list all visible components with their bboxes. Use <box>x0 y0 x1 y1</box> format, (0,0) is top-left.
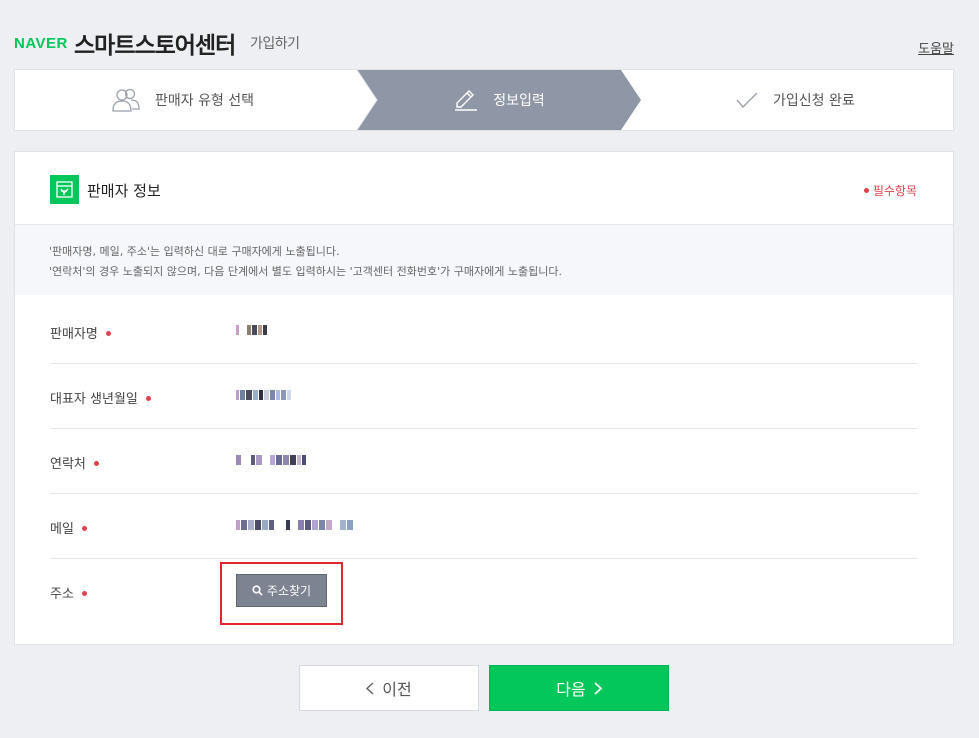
field-row-phone: 연락처 <box>50 429 918 494</box>
help-link[interactable]: 도움말 <box>918 38 954 57</box>
search-icon <box>252 585 263 596</box>
chevron-left-icon <box>366 681 374 695</box>
store-icon <box>50 175 79 204</box>
find-address-button[interactable]: 주소찾기 <box>236 574 327 607</box>
naver-logo: NAVER <box>14 35 68 52</box>
prev-label: 이전 <box>382 680 412 699</box>
step-complete: 가입신청 완료 <box>735 70 855 130</box>
required-dot <box>105 331 111 336</box>
step-label: 판매자 유형 선택 <box>155 93 255 109</box>
phone-value <box>236 453 307 467</box>
step-info-input: 정보입력 <box>357 70 641 130</box>
address-button-highlight: 주소찾기 <box>220 562 343 625</box>
check-icon <box>735 90 759 110</box>
page-title: 스마트스토어센터 <box>74 33 236 59</box>
notice-box: '판매자명, 메일, 주소'는 입력하신 대로 구매자에게 노출됩니다. '연락… <box>15 225 953 295</box>
field-row-birthdate: 대표자 생년월일 <box>50 364 918 429</box>
notice-line: '연락처'의 경우 노출되지 않으며, 다음 단계에서 별도 입력하시는 '고객… <box>49 265 562 278</box>
required-dot <box>81 526 87 531</box>
field-label: 판매자명 <box>50 323 111 342</box>
prev-button[interactable]: 이전 <box>299 665 479 711</box>
required-legend: 필수항목 <box>864 182 917 199</box>
signup-stepper: 판매자 유형 선택 정보입력 가입신청 완료 <box>14 69 954 131</box>
step-label: 가입신청 완료 <box>773 93 855 109</box>
chevron-right-icon <box>594 681 602 695</box>
next-button[interactable]: 다음 <box>489 665 669 711</box>
next-label: 다음 <box>556 680 586 699</box>
page-subtitle: 가입하기 <box>250 36 300 52</box>
email-value <box>236 518 354 532</box>
field-label: 연락처 <box>50 453 99 472</box>
field-label: 메일 <box>50 518 87 537</box>
notice-line: '판매자명, 메일, 주소'는 입력하신 대로 구매자에게 노출됩니다. <box>49 245 340 258</box>
panel-header: 판매자 정보 필수항목 <box>15 152 953 225</box>
step-label: 정보입력 <box>493 93 545 109</box>
pencil-icon <box>453 88 479 112</box>
required-dot <box>145 396 151 401</box>
field-row-seller-name: 판매자명 <box>50 299 918 364</box>
seller-info-panel: 판매자 정보 필수항목 '판매자명, 메일, 주소'는 입력하신 대로 구매자에… <box>14 151 954 645</box>
panel-title: 판매자 정보 <box>87 182 161 200</box>
field-row-address: 주소 <box>50 559 918 624</box>
field-row-email: 메일 <box>50 494 918 559</box>
page-header: NAVER 스마트스토어센터 가입하기 도움말 <box>14 26 954 62</box>
required-dot <box>81 591 87 596</box>
field-label: 대표자 생년월일 <box>50 388 151 407</box>
required-dot <box>93 461 99 466</box>
birthdate-value <box>236 388 292 402</box>
field-label: 주소 <box>50 583 87 602</box>
find-address-label: 주소찾기 <box>266 584 312 598</box>
users-icon <box>111 88 141 112</box>
seller-name-value <box>236 323 268 337</box>
step-seller-type: 판매자 유형 선택 <box>111 70 254 130</box>
